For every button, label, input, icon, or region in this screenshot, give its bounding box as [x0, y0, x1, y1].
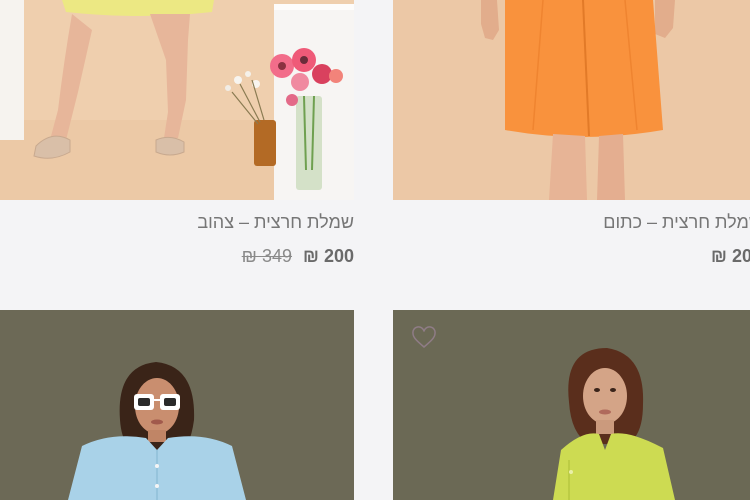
product-image[interactable] — [0, 0, 354, 200]
product-image[interactable] — [0, 310, 354, 500]
product-card-blue-top[interactable] — [0, 310, 354, 500]
sale-price: 200 ₪ — [711, 246, 750, 266]
product-card-green-top[interactable] — [393, 310, 750, 500]
original-price: 349 ₪ — [241, 246, 293, 266]
product-card-yellow-dress[interactable]: שמלת חרצית – צהוב 200 ₪ 349 ₪ — [0, 0, 354, 310]
product-price: 200 ₪ 349 ₪ — [242, 246, 354, 267]
heart-icon — [412, 326, 436, 348]
product-info: שמלת חרצית – כתום 200 ₪ — [393, 200, 750, 310]
product-title[interactable]: שמלת חרצית – כתום — [603, 212, 750, 233]
product-image[interactable] — [393, 310, 750, 500]
sale-price: 200 ₪ — [303, 246, 354, 266]
product-card-orange-dress[interactable]: שמלת חרצית – כתום 200 ₪ — [393, 0, 750, 310]
product-price: 200 ₪ — [711, 246, 750, 267]
wishlist-button[interactable] — [411, 326, 437, 350]
product-image[interactable] — [393, 0, 750, 200]
product-title[interactable]: שמלת חרצית – צהוב — [197, 212, 354, 233]
product-info: שמלת חרצית – צהוב 200 ₪ 349 ₪ — [0, 200, 354, 310]
